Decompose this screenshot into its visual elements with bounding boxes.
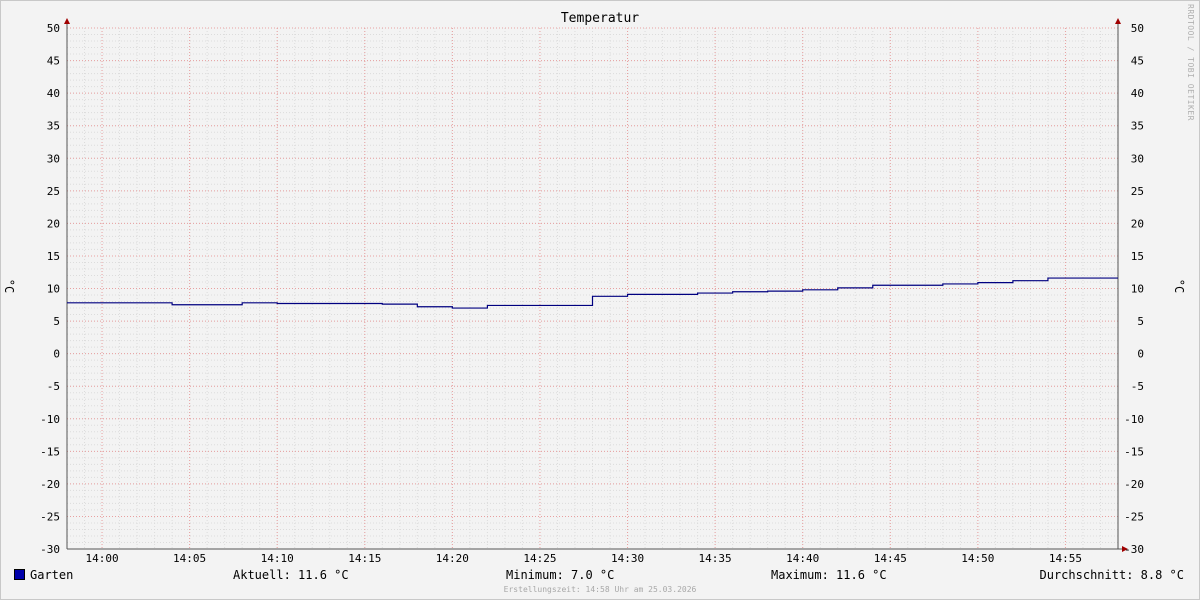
y-tick-label-right: -5 — [1131, 380, 1144, 393]
y-tick-label-right: -15 — [1124, 445, 1144, 458]
legend: Garten Aktuell: 11.6 °C Minimum: 7.0 °C … — [0, 568, 1200, 584]
series-line-garten — [67, 277, 1118, 309]
y-ticks-right: 50454035302520151050-5-10-15-20-25-30 — [1124, 22, 1144, 556]
x-tick-label: 14:20 — [436, 552, 469, 565]
y-tick-label-left: 15 — [47, 250, 60, 263]
y-tick-label-right: -20 — [1124, 478, 1144, 491]
x-tick-label: 14:05 — [173, 552, 206, 565]
y-tick-label-left: -25 — [40, 510, 60, 523]
x-tick-label: 14:00 — [85, 552, 118, 565]
y-tick-label-left: 35 — [47, 120, 60, 133]
legend-average: Durchschnitt: 8.8 °C — [1039, 568, 1185, 582]
y-tick-label-right: 0 — [1137, 348, 1144, 361]
y-tick-label-left: 20 — [47, 217, 60, 230]
y-tick-label-left: 25 — [47, 185, 60, 198]
creation-time-footer: Erstellungszeit: 14:58 Uhr am 25.03.2026 — [503, 585, 697, 594]
y-tick-label-right: 45 — [1131, 55, 1144, 68]
y-tick-label-right: -10 — [1124, 413, 1144, 426]
legend-minimum: Minimum: 7.0 °C — [506, 568, 615, 582]
chart-title: Temperatur — [560, 11, 640, 26]
axes — [64, 18, 1128, 552]
y-axis-label-left: °C — [2, 278, 17, 294]
y-tick-label-left: 45 — [47, 55, 60, 68]
y-tick-label-left: 5 — [53, 315, 60, 328]
y-axis-label-right: °C — [1172, 278, 1187, 294]
x-tick-label: 14:40 — [786, 552, 819, 565]
series-layer — [67, 277, 1118, 309]
y-tick-label-right: 30 — [1131, 152, 1144, 165]
y-tick-label-right: -25 — [1124, 510, 1144, 523]
x-ticks: 14:00 14:05 14:10 14:15 14:20 14:25 14:30 14:35… — [85, 552, 1082, 565]
y-tick-label-left: 40 — [47, 87, 60, 100]
y-tick-label-right: 25 — [1131, 185, 1144, 198]
legend-swatch-garten — [14, 569, 25, 580]
y-tick-label-right: 35 — [1131, 120, 1144, 133]
y-tick-label-left: 0 — [53, 348, 60, 361]
y-tick-label-left: 10 — [47, 283, 60, 296]
x-tick-label: 14:15 — [348, 552, 381, 565]
legend-current: Aktuell: 11.6 °C — [233, 568, 349, 582]
y-tick-label-left: 30 — [47, 152, 60, 165]
y-tick-label-right: 5 — [1137, 315, 1144, 328]
y-tick-label-left: -30 — [40, 543, 60, 556]
y-tick-label-right: -30 — [1124, 543, 1144, 556]
y-tick-label-left: -10 — [40, 413, 60, 426]
y-tick-label-right: 40 — [1131, 87, 1144, 100]
y-tick-label-left: -15 — [40, 445, 60, 458]
x-tick-label: 14:35 — [699, 552, 732, 565]
y-tick-label-left: -5 — [47, 380, 60, 393]
rrdtool-watermark: RRDTOOL / TOBI OETIKER — [1186, 4, 1195, 121]
y-tick-label-right: 20 — [1131, 217, 1144, 230]
x-tick-label: 14:10 — [261, 552, 294, 565]
y-ticks-left: 50454035302520151050-5-10-15-20-25-30 — [40, 22, 60, 556]
y-tick-label-right: 15 — [1131, 250, 1144, 263]
x-tick-label: 14:50 — [961, 552, 994, 565]
x-tick-label: 14:55 — [1049, 552, 1082, 565]
y-tick-label-left: -20 — [40, 478, 60, 491]
legend-series-name: Garten — [30, 568, 74, 582]
x-tick-label: 14:45 — [874, 552, 907, 565]
y-tick-label-right: 10 — [1131, 283, 1144, 296]
x-tick-label: 14:30 — [611, 552, 644, 565]
temperature-chart: 50454035302520151050-5-10-15-20-25-30 50… — [40, 18, 1144, 565]
legend-maximum: Maximum: 11.6 °C — [771, 568, 887, 582]
x-tick-label: 14:25 — [523, 552, 556, 565]
